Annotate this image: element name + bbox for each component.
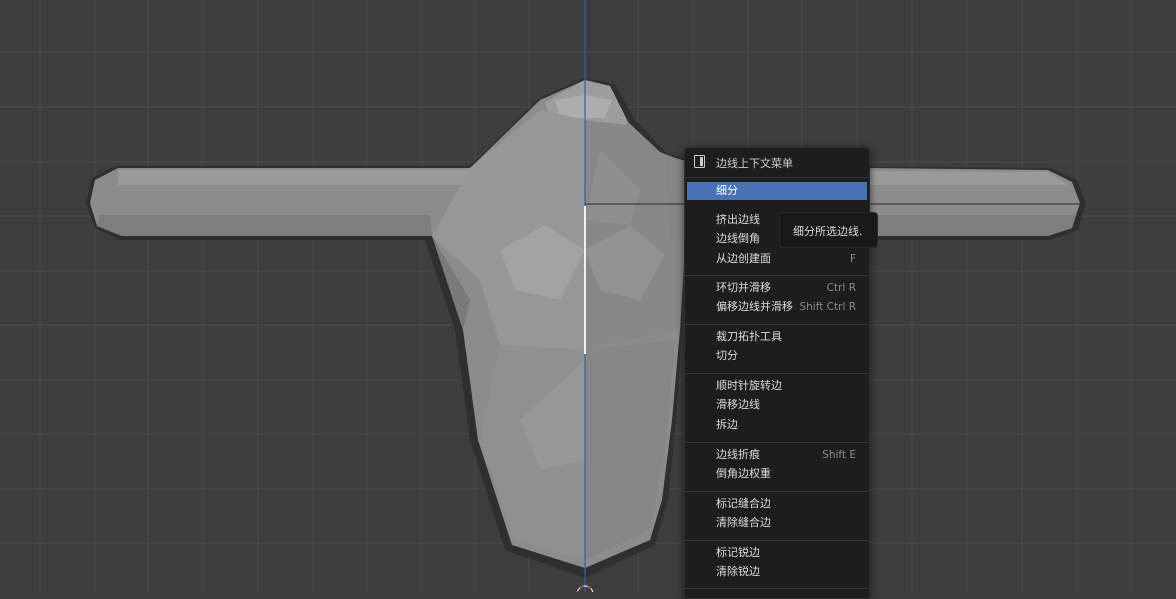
menu-item[interactable]: 标记缝合边 — [687, 495, 867, 513]
menu-item[interactable]: 顺时针旋转边 — [687, 377, 867, 395]
menu-separator — [685, 373, 869, 374]
menu-item[interactable]: 倒角边权重 — [687, 465, 867, 483]
menu-separator — [685, 491, 869, 492]
menu-item-shortcut: F — [849, 253, 856, 265]
menu-separator — [685, 588, 869, 589]
menu-item-label: 从边创建面 — [716, 252, 771, 265]
edge-select-icon — [694, 155, 705, 168]
menu-item-shortcut: Shift Ctrl R — [799, 301, 856, 313]
3d-viewport[interactable] — [0, 0, 1176, 592]
menu-item-label: 边线折痕 — [716, 448, 760, 461]
menu-item-label: 清除缝合边 — [716, 516, 771, 529]
menu-separator — [685, 442, 869, 443]
tooltip: 细分所选边线. — [779, 212, 878, 248]
menu-item[interactable]: 从边创建面 F — [687, 250, 867, 268]
menu-item[interactable]: 滑移边线 — [687, 396, 867, 414]
menu-item-label: 顺时针旋转边 — [716, 379, 782, 392]
menu-title: 边线上下文菜单 — [716, 157, 793, 170]
viewport-canvas — [0, 0, 1176, 592]
menu-item[interactable]: 清除缝合边 — [687, 514, 867, 532]
menu-separator — [685, 177, 869, 178]
menu-item[interactable]: 拆边 — [687, 416, 867, 434]
tooltip-text: 细分所选边线. — [793, 225, 863, 238]
menu-item-label: 倒角边权重 — [716, 467, 771, 480]
menu-item[interactable]: 偏移边线并滑移 Shift Ctrl R — [687, 298, 867, 316]
menu-item[interactable]: 裁刀拓扑工具 — [687, 328, 867, 346]
menu-item[interactable]: 环切并滑移 Ctrl R — [687, 279, 867, 297]
menu-item-label: 偏移边线并滑移 — [716, 300, 793, 313]
menu-item-label: 边线倒角 — [716, 232, 760, 245]
menu-item-label: 标记锐边 — [716, 546, 760, 559]
menu-item-label: 裁刀拓扑工具 — [716, 330, 782, 343]
menu-item-label: 细分 — [716, 184, 738, 197]
menu-separator — [685, 324, 869, 325]
menu-item[interactable]: 边线折痕 Shift E — [687, 446, 867, 464]
menu-item[interactable]: 细分 — [687, 182, 867, 200]
menu-item[interactable]: 清除锐边 — [687, 563, 867, 581]
menu-item-label: 挤出边线 — [716, 213, 760, 226]
menu-item-shortcut: Shift E — [822, 449, 856, 461]
menu-header: 边线上下文菜单 — [685, 148, 869, 176]
menu-item-label: 滑移边线 — [716, 398, 760, 411]
menu-item-label: 环切并滑移 — [716, 281, 771, 294]
menu-item-label: 切分 — [716, 349, 738, 362]
menu-item[interactable]: 标记锐边 — [687, 544, 867, 562]
menu-separator — [685, 275, 869, 276]
menu-item-label: 拆边 — [716, 418, 738, 431]
menu-item[interactable]: 切分 — [687, 347, 867, 365]
menu-item-label: 清除锐边 — [716, 565, 760, 578]
menu-item-label: 标记缝合边 — [716, 497, 771, 510]
menu-separator — [685, 540, 869, 541]
menu-item-shortcut: Ctrl R — [826, 282, 856, 294]
